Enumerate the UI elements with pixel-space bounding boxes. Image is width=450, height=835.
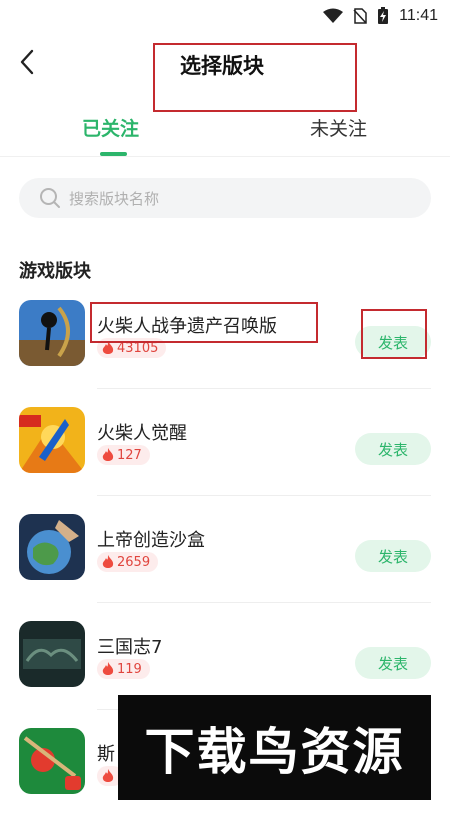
- heat-count: 2659: [117, 554, 151, 570]
- list-item[interactable]: 上帝创造沙盒 2659 发表: [0, 514, 450, 621]
- board-name: 斯: [97, 744, 115, 765]
- post-button[interactable]: 发表: [355, 326, 431, 358]
- board-name: 三国志7: [97, 637, 163, 658]
- post-button[interactable]: 发表: [355, 433, 431, 465]
- no-sim-icon: [353, 8, 367, 24]
- flame-icon: [102, 555, 114, 568]
- page-title: 选择版块: [180, 54, 264, 78]
- header: 选择版块: [0, 32, 450, 92]
- board-name: 火柴人觉醒: [97, 423, 187, 444]
- tab-followed[interactable]: 已关注: [82, 114, 139, 141]
- heat-count: 43105: [117, 340, 159, 356]
- game-thumbnail: [19, 621, 85, 687]
- clock: 11:41: [399, 7, 438, 24]
- tab-not-followed[interactable]: 未关注: [310, 114, 367, 141]
- divider: [0, 156, 450, 157]
- section-title: 游戏版块: [19, 261, 91, 282]
- list-item[interactable]: 火柴人战争遗产召唤版 43105 发表: [0, 300, 450, 407]
- post-button[interactable]: 发表: [355, 540, 431, 572]
- heat-count: 127: [117, 447, 142, 463]
- heat-count: 119: [117, 661, 142, 677]
- back-button[interactable]: [12, 46, 44, 78]
- flame-icon: [102, 769, 114, 782]
- search-icon: [40, 188, 60, 208]
- game-thumbnail: [19, 407, 85, 473]
- heat-badge: 127: [97, 445, 150, 465]
- game-thumbnail: [19, 300, 85, 366]
- game-thumbnail: [19, 514, 85, 580]
- flame-icon: [102, 448, 114, 461]
- heat-badge: 43105: [97, 338, 167, 358]
- game-thumbnail: [19, 728, 85, 794]
- divider: [97, 495, 431, 496]
- heat-badge: 119: [97, 659, 150, 679]
- divider: [97, 602, 431, 603]
- flame-icon: [102, 662, 114, 675]
- list-item[interactable]: 火柴人觉醒 127 发表: [0, 407, 450, 514]
- divider: [97, 388, 431, 389]
- chevron-left-icon: [20, 49, 34, 75]
- status-bar: 11:41: [0, 0, 450, 32]
- heat-badge: 2659: [97, 552, 159, 572]
- flame-icon: [102, 341, 114, 354]
- board-name: 上帝创造沙盒: [97, 530, 205, 551]
- search-placeholder: 搜索版块名称: [69, 189, 160, 208]
- search-input[interactable]: 搜索版块名称: [19, 178, 431, 218]
- post-button[interactable]: 发表: [355, 647, 431, 679]
- watermark: 下载鸟资源: [118, 695, 431, 800]
- board-name: 火柴人战争遗产召唤版: [97, 316, 277, 337]
- battery-charging-icon: [378, 7, 389, 24]
- watermark-text: 下载鸟资源: [144, 722, 405, 781]
- wifi-icon: [323, 8, 344, 23]
- tab-bar: 已关注 未关注: [0, 108, 450, 156]
